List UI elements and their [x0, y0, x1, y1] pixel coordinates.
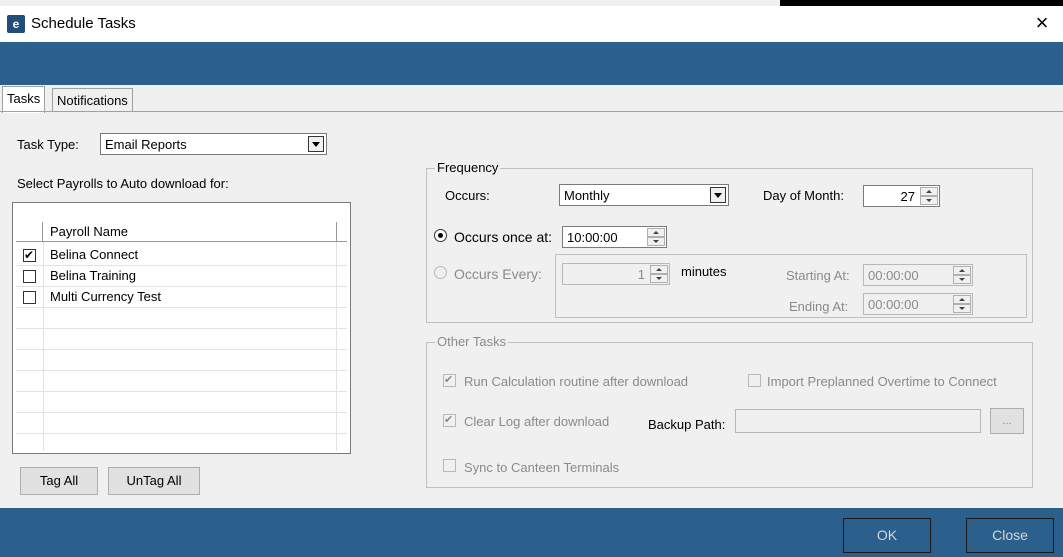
starting-at-value: 00:00:00 [868, 268, 919, 283]
table-row[interactable]: Belina Connect [16, 245, 347, 266]
starting-at-label: Starting At: [786, 268, 850, 283]
spin-down-icon[interactable] [647, 237, 665, 246]
spin-up-icon[interactable] [650, 265, 668, 274]
spin-up-icon[interactable] [920, 187, 938, 196]
spin-down-icon[interactable] [650, 274, 668, 283]
tab-divider [0, 111, 1063, 112]
occurs-every-value: 1 [637, 267, 645, 282]
occurs-once-radio[interactable] [434, 229, 447, 242]
clear-log-checkbox[interactable] [443, 413, 456, 427]
ok-button[interactable]: OK [843, 518, 931, 553]
run-calculation-label: Run Calculation routine after download [464, 374, 689, 389]
minutes-label: minutes [681, 264, 727, 279]
other-tasks-legend: Other Tasks [435, 334, 509, 349]
row-checkbox[interactable] [23, 291, 36, 304]
day-of-month-stepper[interactable]: 27 [863, 185, 940, 207]
empty-row [16, 350, 347, 371]
spin-up-icon[interactable] [953, 295, 971, 304]
payroll-name-cell: Belina Connect [50, 247, 139, 262]
ending-at-value: 00:00:00 [868, 297, 919, 312]
grid-header: Payroll Name [16, 222, 347, 242]
spin-up-icon[interactable] [953, 266, 971, 275]
table-row[interactable]: Belina Training [16, 266, 347, 287]
spin-up-icon[interactable] [647, 228, 665, 237]
occurs-every-stepper[interactable]: 1 [562, 263, 670, 285]
table-row[interactable]: Multi Currency Test [16, 287, 347, 308]
empty-row [16, 308, 347, 329]
occurs-once-value: 10:00:00 [567, 230, 618, 245]
tab-tasks[interactable]: Tasks [2, 86, 46, 113]
window-title: Schedule Tasks [31, 15, 136, 32]
row-checkbox[interactable] [23, 270, 36, 283]
tab-strip: Tasks Notifications [0, 86, 1063, 113]
empty-row [16, 371, 347, 392]
spin-down-icon[interactable] [953, 304, 971, 313]
backup-path-label: Backup Path: [648, 417, 726, 432]
ending-at-time[interactable]: 00:00:00 [863, 293, 973, 315]
occurs-select[interactable]: Monthly [559, 184, 729, 206]
close-button[interactable]: Close [966, 518, 1054, 553]
chevron-down-icon[interactable] [308, 136, 324, 152]
day-of-month-label: Day of Month: [763, 188, 844, 203]
spin-down-icon[interactable] [920, 196, 938, 205]
close-icon[interactable]: × [1029, 10, 1055, 36]
run-calculation-checkbox[interactable] [443, 373, 456, 387]
ending-at-label: Ending At: [789, 299, 849, 314]
import-overtime-label: Import Preplanned Overtime to Connect [767, 374, 997, 389]
occurs-once-label: Occurs once at: [454, 229, 553, 245]
sync-canteen-checkbox[interactable] [443, 459, 456, 472]
occurs-every-radio[interactable] [434, 266, 447, 279]
payroll-name-cell: Multi Currency Test [50, 289, 162, 304]
day-of-month-value: 27 [900, 189, 915, 204]
task-type-value: Email Reports [105, 137, 187, 152]
task-type-select[interactable]: Email Reports [100, 133, 327, 155]
payroll-name-cell: Belina Training [50, 268, 136, 283]
tab-notifications[interactable]: Notifications [52, 88, 133, 112]
occurs-label: Occurs: [445, 188, 490, 203]
empty-row [16, 392, 347, 413]
payroll-name-column-header[interactable]: Payroll Name [50, 224, 128, 239]
app-icon: e [7, 15, 25, 33]
row-checkbox[interactable] [23, 248, 36, 262]
grid-checkbox-column-header [16, 222, 43, 242]
payroll-grid: Payroll Name Belina Connect Belina Train… [12, 202, 351, 454]
starting-at-time[interactable]: 00:00:00 [863, 264, 973, 286]
frequency-legend: Frequency [435, 160, 501, 175]
occurs-once-time[interactable]: 10:00:00 [562, 226, 667, 248]
chevron-down-icon[interactable] [710, 187, 726, 203]
backup-path-input[interactable] [735, 409, 981, 433]
untag-all-button[interactable]: UnTag All [108, 467, 200, 495]
occurs-every-label: Occurs Every: [454, 266, 542, 282]
occurs-value: Monthly [564, 188, 610, 203]
title-bar: e Schedule Tasks × [0, 6, 1063, 42]
empty-row [16, 413, 347, 434]
spin-down-icon[interactable] [953, 275, 971, 284]
empty-row [16, 329, 347, 350]
header-band [0, 42, 1063, 85]
import-overtime-checkbox[interactable] [748, 374, 761, 387]
sync-canteen-label: Sync to Canteen Terminals [464, 460, 620, 475]
browse-button[interactable]: ... [990, 408, 1024, 434]
task-type-label: Task Type: [17, 137, 79, 152]
clear-log-label: Clear Log after download [464, 414, 610, 429]
payroll-section-label: Select Payrolls to Auto download for: [17, 176, 229, 191]
tag-all-button[interactable]: Tag All [20, 467, 98, 495]
